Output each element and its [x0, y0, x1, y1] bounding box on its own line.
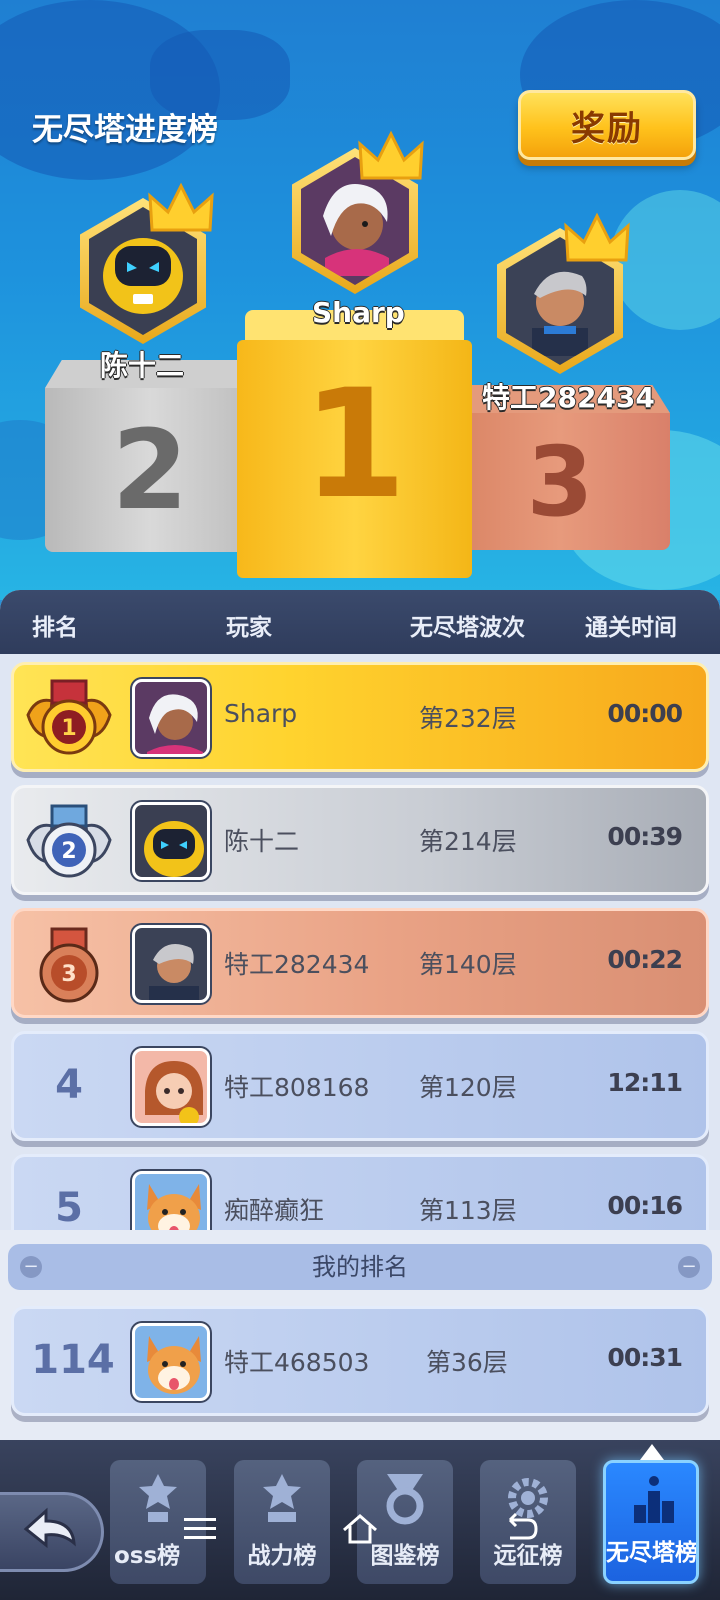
svg-text:2: 2: [61, 839, 76, 864]
podium-number: 1: [237, 340, 472, 578]
avatar[interactable]: [132, 802, 210, 880]
column-header-time: 通关时间: [585, 615, 677, 641]
my-rank-row[interactable]: 114 特工468503 第36层 00:31: [11, 1306, 709, 1416]
tower-wave: 第214层: [419, 827, 517, 856]
my-rank-label: 我的排名: [312, 1253, 408, 1281]
rank-number: 5: [55, 1185, 83, 1230]
player-name: 特工468503: [224, 1348, 370, 1377]
column-header-wave: 无尽塔波次: [410, 615, 525, 641]
tower-wave: 第232层: [419, 704, 517, 733]
player-name: 特工808168: [224, 1073, 370, 1102]
podium-number: 3: [450, 413, 670, 550]
clear-time: 12:11: [607, 1068, 683, 1097]
clear-time: 00:31: [607, 1343, 683, 1372]
dog-avatar-icon: [147, 1184, 201, 1230]
svg-text:3: 3: [61, 962, 76, 987]
clear-time: 00:16: [607, 1191, 683, 1220]
crown-icon: [564, 212, 630, 262]
podium-name-first: Sharp: [312, 296, 405, 329]
column-header-rank: 排名: [32, 615, 78, 641]
table-row[interactable]: 2 陈十二 第214层 00:39: [11, 785, 709, 895]
player-name: 痴醉癫狂: [224, 1196, 325, 1225]
podium-number: 2: [45, 388, 255, 552]
tab-label: 无尽塔榜: [606, 1540, 696, 1566]
clear-time: 00:39: [607, 822, 683, 851]
avatar[interactable]: [132, 679, 210, 757]
table-row[interactable]: 5 痴醉癫狂 第113层 00:16: [11, 1154, 709, 1230]
tower-wave: 第140层: [419, 950, 517, 979]
tower-wave: 第36层: [426, 1348, 508, 1377]
crown-icon: [148, 182, 214, 232]
tab-power-rank[interactable]: 战力榜: [234, 1460, 330, 1584]
tab-label: 战力榜: [247, 1543, 317, 1569]
back-nav-icon[interactable]: [500, 1510, 540, 1546]
silver-medal-icon: 2: [26, 804, 112, 878]
reward-button[interactable]: 奖励: [518, 90, 696, 160]
ranking-panel: 排名 玩家 无尽塔波次 通关时间 1 Sharp 第232层 00:00 2 陈…: [0, 590, 720, 1470]
minus-icon: −: [678, 1256, 700, 1278]
gold-medal-icon: 1: [26, 679, 112, 755]
bronze-medal-icon: 3: [39, 927, 99, 1003]
trophy-icon: [139, 1474, 177, 1522]
podium-name-third: 特工282434: [482, 381, 655, 414]
menu-icon[interactable]: [180, 1510, 220, 1546]
tab-endless-tower-rank[interactable]: 无尽塔榜: [603, 1460, 699, 1584]
rank-number: 114: [31, 1337, 115, 1383]
table-row[interactable]: 4 特工808168 第120层 12:11: [11, 1031, 709, 1141]
podium-area: 无尽塔进度榜 奖励 2 3 1 陈十二 Sharp 特工282434: [0, 0, 720, 600]
medal-icon: [386, 1474, 424, 1525]
back-button[interactable]: [0, 1492, 104, 1572]
avatar[interactable]: [132, 1171, 210, 1230]
dog-avatar-icon: [147, 1336, 201, 1394]
podium-second: 2: [45, 360, 255, 552]
trophy-icon: [263, 1474, 301, 1522]
podium-first: 1: [237, 310, 472, 578]
svg-text:1: 1: [61, 716, 76, 741]
table-row[interactable]: 3 特工282434 第140层 00:22: [11, 908, 709, 1018]
minus-icon: −: [20, 1256, 42, 1278]
avatar[interactable]: [132, 1323, 210, 1401]
back-arrow-icon: [23, 1507, 76, 1549]
tower-wave: 第120层: [419, 1073, 517, 1102]
player-avatar-icon: [147, 694, 203, 754]
page-title: 无尽塔进度榜: [32, 112, 218, 148]
ranking-list[interactable]: 1 Sharp 第232层 00:00 2 陈十二 第214层 00:39 3 …: [0, 654, 720, 1230]
player-avatar-icon: [149, 944, 199, 1000]
player-avatar-icon: [145, 1061, 203, 1123]
table-header: 排名 玩家 无尽塔波次 通关时间: [0, 590, 720, 654]
column-header-player: 玩家: [226, 615, 272, 641]
podium-name-second: 陈十二: [100, 349, 185, 382]
tower-wave: 第113层: [419, 1196, 517, 1225]
selected-indicator-icon: [640, 1444, 664, 1460]
home-icon[interactable]: [340, 1510, 380, 1546]
table-row[interactable]: 1 Sharp 第232层 00:00: [11, 662, 709, 772]
rank-number: 4: [55, 1062, 83, 1108]
player-name: Sharp: [224, 699, 298, 728]
player-name: 陈十二: [224, 827, 300, 856]
avatar[interactable]: [132, 1048, 210, 1126]
crown-icon: [358, 130, 424, 180]
player-name: 特工282434: [224, 950, 370, 979]
my-rank-divider: − 我的排名 −: [8, 1244, 712, 1290]
clear-time: 00:22: [607, 945, 683, 974]
robot-avatar-icon: [144, 821, 204, 877]
clear-time: 00:00: [607, 699, 683, 728]
avatar[interactable]: [132, 925, 210, 1003]
podium-icon: [634, 1476, 674, 1523]
